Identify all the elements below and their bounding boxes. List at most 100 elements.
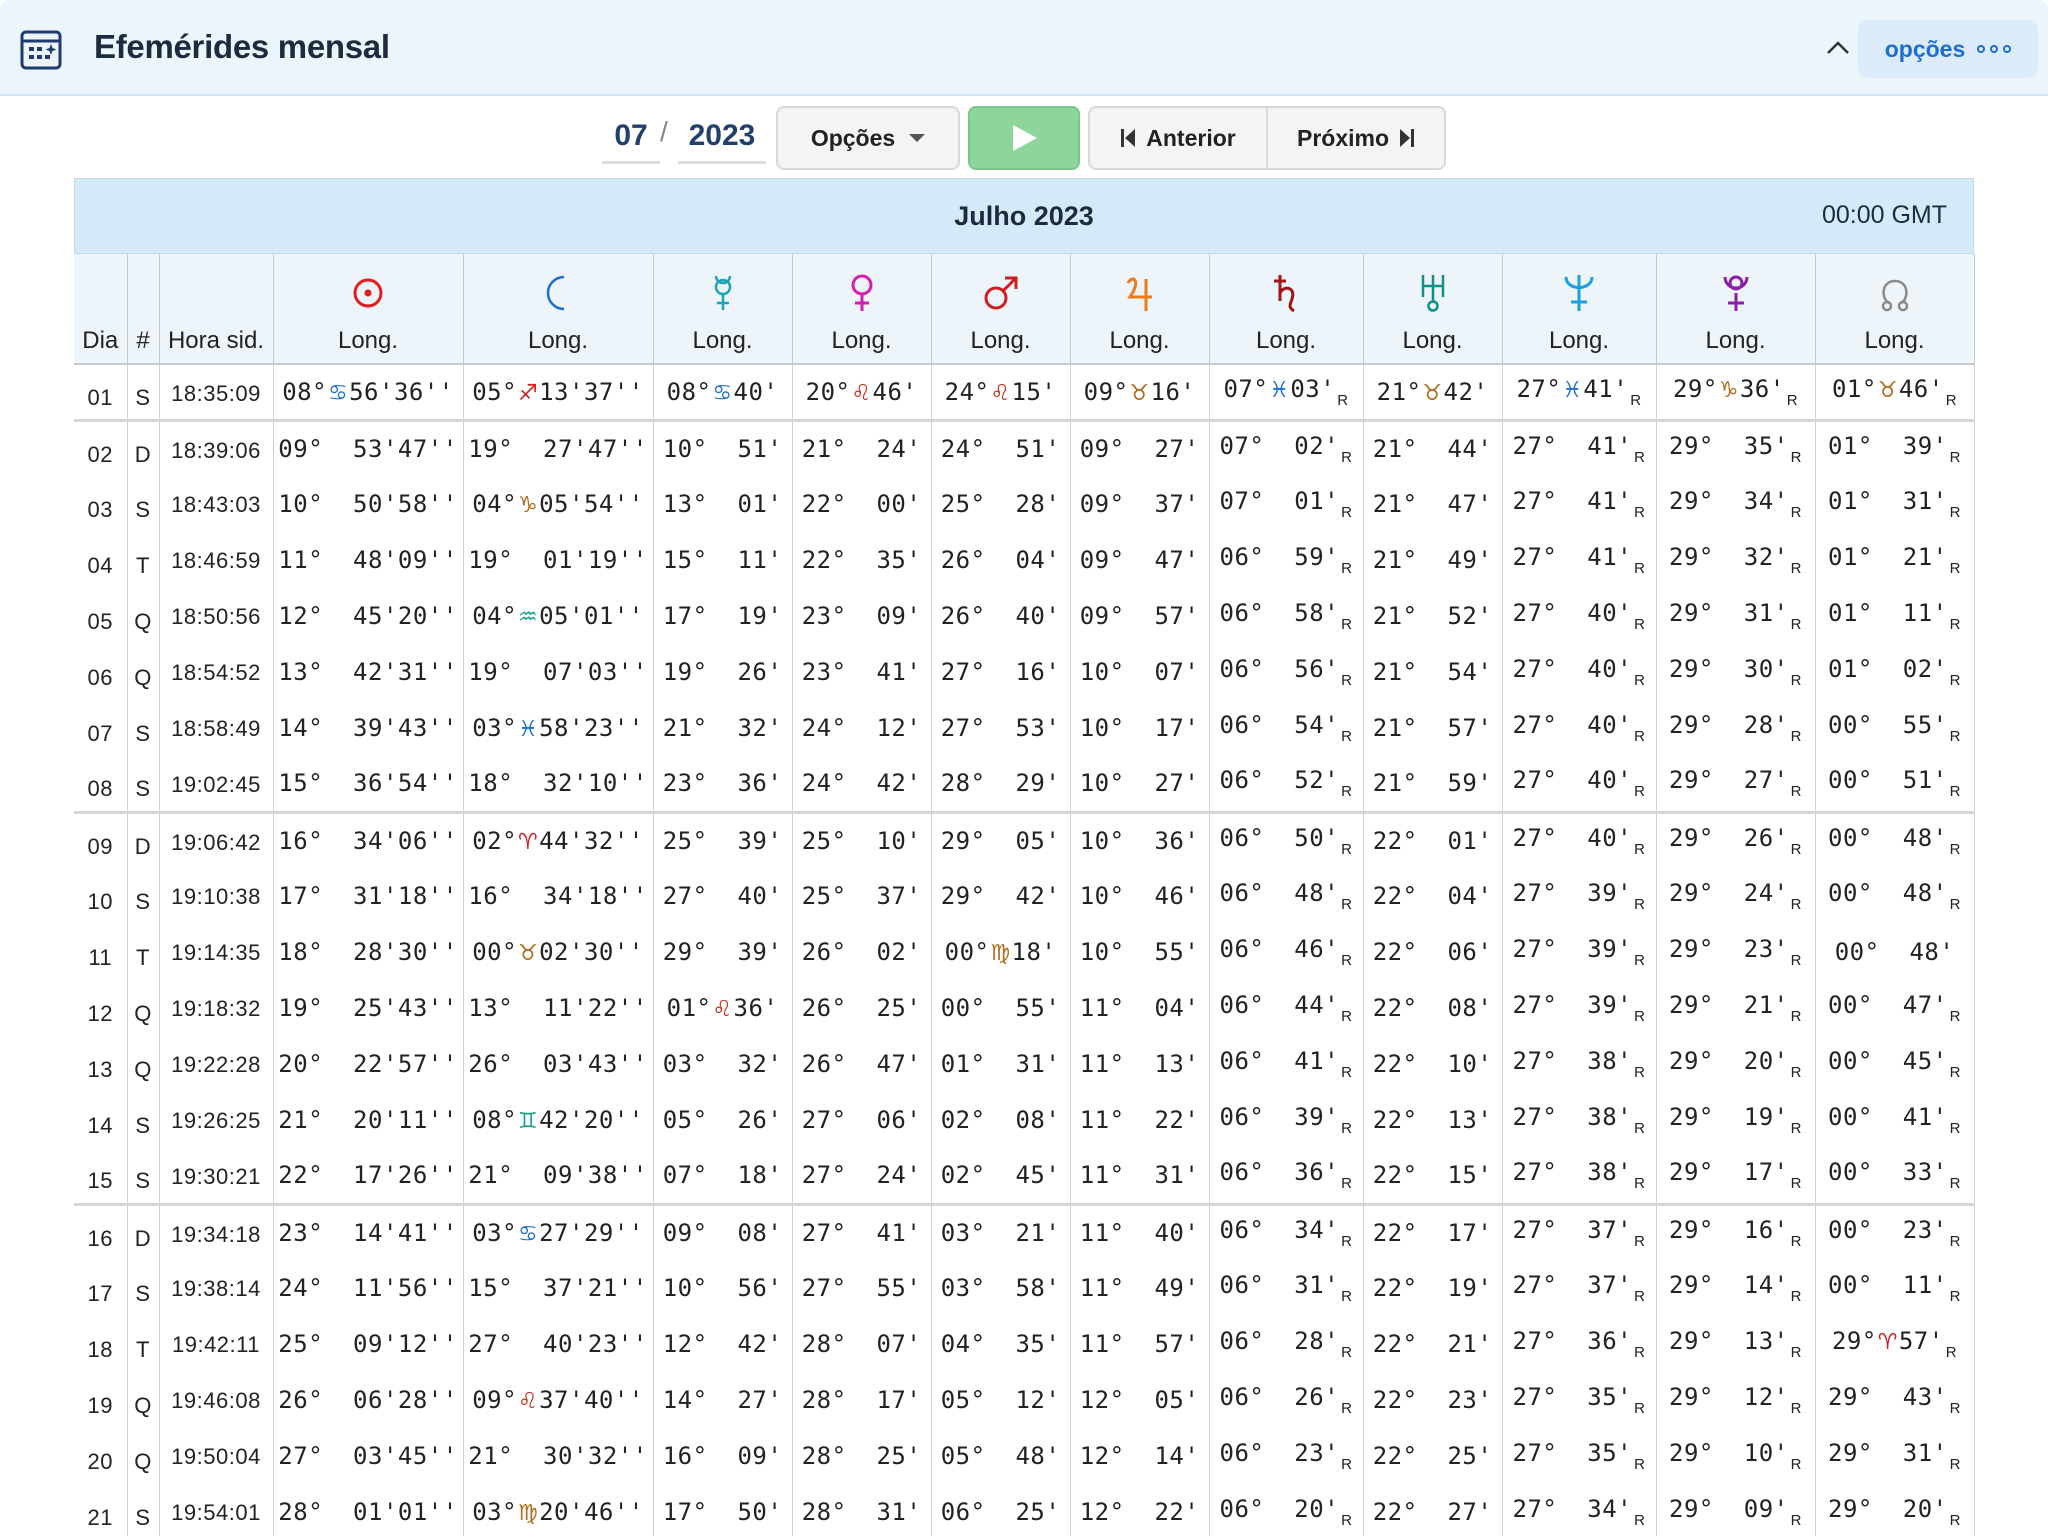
cell-longitude: 05°♐13'37'' (463, 364, 654, 422)
cell-longitude: 24° 51' (931, 418, 1071, 476)
cell-longitude: 13° 01' (653, 476, 793, 532)
retrograde-marker: R (1790, 1456, 1802, 1473)
col-dow: # (127, 254, 160, 365)
aries-sign-icon: ♈ (517, 829, 539, 855)
cell-longitude: 12° 14' (1070, 1428, 1210, 1484)
cell-longitude: 11° 13' (1070, 1036, 1210, 1092)
cell-longitude: 28° 17' (792, 1372, 932, 1428)
cell-dow: S (127, 1148, 160, 1204)
previous-button[interactable]: Anterior (1090, 108, 1266, 168)
cell-longitude: 10° 55' (1070, 924, 1210, 980)
cell-longitude: 27° 16' (931, 644, 1071, 700)
cell-longitude: 22° 13' (1363, 1092, 1503, 1148)
retrograde-marker: R (1790, 1008, 1802, 1025)
cell-longitude: 27° 41' R (1502, 532, 1657, 588)
cell-longitude: 21° 09'38'' (463, 1148, 654, 1204)
retrograde-marker: R (1949, 728, 1961, 745)
month-input[interactable]: 07 (602, 112, 660, 164)
year-input[interactable]: 2023 (678, 112, 766, 164)
cell-longitude: 13° 42'31'' (273, 644, 464, 700)
cell-dow: Q (127, 1372, 160, 1428)
chevron-up-icon[interactable] (1820, 30, 1856, 66)
cell-dow: S (127, 868, 160, 924)
pisces-sign-icon: ♓ (1562, 377, 1583, 403)
cell-longitude: 29°♈57' R (1815, 1316, 1975, 1372)
retrograde-marker: R (1949, 504, 1961, 521)
cell-longitude: 06° 26' R (1209, 1372, 1364, 1428)
cell-longitude: 06° 31' R (1209, 1260, 1364, 1316)
retrograde-marker: R (1949, 1512, 1961, 1529)
cell-day: 01 (74, 364, 128, 422)
cell-longitude: 29°♑36' R (1656, 364, 1816, 422)
cell-longitude: 09° 08' (653, 1202, 793, 1260)
table-row: 04 T 18:46:59 11° 48'09'' 19° 01'19'' 15° 11'… (74, 532, 1975, 588)
cell-sid: 19:38:14 (159, 1260, 274, 1316)
table-row: 13 Q 19:22:28 20° 22'57'' 26° 03'43'' 03° 32'… (74, 1036, 1975, 1092)
cell-longitude: 25° 37' (792, 868, 932, 924)
retrograde-marker: R (1949, 1120, 1961, 1137)
options-dropdown[interactable]: Opções (776, 106, 960, 170)
cell-longitude: 06° 56' R (1209, 644, 1364, 700)
cell-longitude: 27° 38' R (1502, 1148, 1657, 1204)
retrograde-marker: R (1341, 672, 1353, 689)
cell-longitude: 29° 19' R (1656, 1092, 1816, 1148)
retrograde-marker: R (1341, 1008, 1353, 1025)
retrograde-marker: R (1341, 896, 1353, 913)
cell-longitude: 00° 41' R (1815, 1092, 1975, 1148)
retrograde-marker: R (1790, 783, 1802, 801)
cell-longitude: 22° 08' (1363, 980, 1503, 1036)
cell-longitude: 26° 06'28'' (273, 1372, 464, 1428)
cell-longitude: 03° 21' (931, 1202, 1071, 1260)
cell-longitude: 11° 57' (1070, 1316, 1210, 1372)
cell-longitude: 23° 41' (792, 644, 932, 700)
cell-day: 19 (74, 1372, 128, 1428)
aries-sign-icon: ♈ (1877, 1330, 1898, 1355)
cell-longitude: 05° 12' (931, 1372, 1071, 1428)
table-row: 03 S 18:43:03 10° 50'58'' 04°♑05'54'' 13° 01'… (74, 476, 1975, 532)
cell-dow: S (127, 1092, 160, 1148)
retrograde-marker: R (1790, 840, 1802, 858)
cell-day: 05 (74, 588, 128, 644)
header-options-button[interactable]: opções (1858, 20, 2038, 78)
retrograde-marker: R (1949, 1008, 1961, 1025)
cell-longitude: 20° 22'57'' (273, 1036, 464, 1092)
month-bar: Julho 2023 00:00 GMT (74, 178, 1974, 254)
cell-dow: S (127, 700, 160, 756)
cell-longitude: 29° 42' (931, 868, 1071, 924)
cell-longitude: 27° 40' R (1502, 644, 1657, 700)
retrograde-marker: R (1790, 560, 1802, 577)
cell-sid: 19:06:42 (159, 810, 274, 868)
jupiter-icon (1126, 277, 1152, 311)
cell-longitude: 22° 15' (1363, 1148, 1503, 1204)
col-label: Long. (692, 327, 753, 354)
play-button[interactable] (968, 106, 1080, 170)
mercury-icon (714, 275, 731, 310)
moon-icon (546, 275, 565, 311)
col-moon: Long. (463, 254, 654, 365)
cell-longitude: 01° 11' R (1815, 588, 1975, 644)
cell-longitude: 03°♋27'29'' (463, 1202, 654, 1260)
retrograde-marker: R (1634, 672, 1646, 689)
retrograde-marker: R (1949, 1288, 1961, 1305)
cell-day: 12 (74, 980, 128, 1036)
cell-sid: 19:22:28 (159, 1036, 274, 1092)
cell-longitude: 22° 00' (792, 476, 932, 532)
retrograde-marker: R (1634, 616, 1646, 633)
cell-longitude: 29° 30' R (1656, 644, 1816, 700)
cell-sid: 19:34:18 (159, 1202, 274, 1260)
cell-longitude: 22° 19' (1363, 1260, 1503, 1316)
cell-longitude: 29° 24' R (1656, 868, 1816, 924)
retrograde-marker: R (1634, 448, 1646, 466)
cell-longitude: 15° 36'54'' (273, 756, 464, 812)
cell-longitude: 27° 35' R (1502, 1428, 1657, 1484)
cell-dow: D (127, 1202, 160, 1260)
retrograde-marker: R (1949, 840, 1961, 858)
cell-longitude: 09°♌37'40'' (463, 1372, 654, 1428)
retrograde-marker: R (1341, 1288, 1353, 1305)
table-row: 20 Q 19:50:04 27° 03'45'' 21° 30'32'' 16° 09'… (74, 1428, 1975, 1484)
cell-longitude: 18° 32'10'' (463, 756, 654, 812)
retrograde-marker: R (1786, 391, 1799, 409)
next-button[interactable]: Próximo (1266, 108, 1444, 168)
cell-dow: Q (127, 980, 160, 1036)
cell-longitude: 27° 55' (792, 1260, 932, 1316)
